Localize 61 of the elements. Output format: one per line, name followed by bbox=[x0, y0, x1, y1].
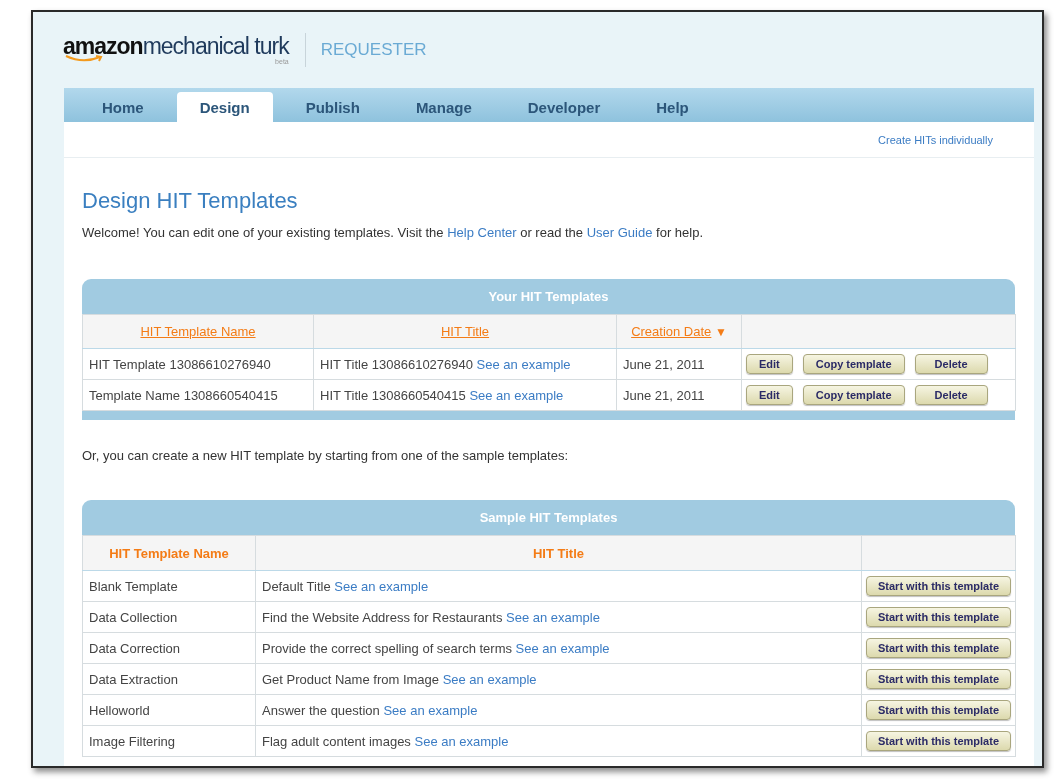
table-cell: Image Filtering bbox=[82, 725, 256, 757]
create-hits-link[interactable]: Create HITs individually bbox=[878, 133, 993, 146]
example-link[interactable]: See an example bbox=[383, 702, 478, 718]
logo-product: mechanical turk bbox=[142, 33, 289, 59]
action-button[interactable]: Edit bbox=[746, 354, 793, 374]
action-button[interactable]: Delete bbox=[914, 354, 988, 374]
example-link[interactable]: See an example bbox=[414, 733, 509, 749]
sort-header-link[interactable]: HIT Title bbox=[440, 324, 490, 339]
hit-title-cell: HIT Title 1308660540415 See an example bbox=[313, 379, 617, 411]
example-link[interactable]: See an example bbox=[442, 671, 537, 687]
example-link[interactable]: See an example bbox=[506, 609, 600, 625]
table-cell: June 21, 2011 bbox=[616, 348, 742, 380]
table-cell: Data Correction bbox=[82, 632, 256, 664]
table-title: Sample HIT Templates bbox=[82, 500, 1015, 535]
hit-title-cell: Provide the correct spelling of search terms See an example bbox=[255, 632, 862, 664]
logo-brand: amazon bbox=[63, 33, 143, 59]
nav-tab[interactable]: Developer bbox=[504, 92, 624, 122]
help-link[interactable]: Help Center bbox=[447, 225, 517, 240]
smile-arrow-icon bbox=[65, 55, 105, 63]
hit-title-cell: Flag adult content images See an example bbox=[255, 725, 862, 757]
sort-indicator: ▼ bbox=[714, 325, 727, 339]
example-link[interactable]: See an example bbox=[334, 578, 429, 594]
start-template-button[interactable]: Start with this template bbox=[866, 669, 1011, 689]
nav-tab[interactable]: Home bbox=[79, 92, 167, 122]
page-title: Design HIT Templates bbox=[81, 187, 299, 215]
hit-title-cell: Answer the question See an example bbox=[255, 694, 862, 726]
example-link[interactable]: See an example bbox=[515, 640, 610, 656]
table-cell: June 21, 2011 bbox=[616, 379, 742, 411]
column-header: HIT Template Name bbox=[109, 545, 229, 561]
table-cell: Template Name 1308660540415 bbox=[82, 379, 314, 411]
nav-tab[interactable]: Publish bbox=[282, 92, 383, 122]
action-button[interactable]: Copy template bbox=[802, 354, 905, 374]
sort-header-link[interactable]: Creation Date bbox=[631, 324, 712, 339]
action-button[interactable]: Copy template bbox=[802, 385, 905, 405]
nav-tab[interactable]: Manage bbox=[392, 92, 495, 122]
nav-tab[interactable]: Help bbox=[633, 92, 712, 122]
help-link[interactable]: User Guide bbox=[586, 225, 653, 240]
table-cell: Helloworld bbox=[82, 694, 256, 726]
start-template-button[interactable]: Start with this template bbox=[866, 576, 1011, 596]
nav-tab[interactable]: Design bbox=[176, 92, 273, 122]
hit-title-cell: Find the Website Address for Restaurants See an example bbox=[255, 601, 862, 633]
table-cell: Blank Template bbox=[82, 570, 256, 602]
hit-title-cell: Default Title See an example bbox=[255, 570, 862, 602]
hit-title-cell: Get Product Name from Image See an example bbox=[255, 663, 862, 695]
action-button[interactable]: Delete bbox=[914, 385, 988, 405]
column-header: HIT Title bbox=[532, 545, 584, 561]
section-title: REQUESTER bbox=[320, 40, 427, 60]
start-template-button[interactable]: Start with this template bbox=[866, 607, 1011, 627]
action-button[interactable]: Edit bbox=[746, 385, 793, 405]
sample-intro-text: Or, you can create a new HIT template by starting from one of the sample templates: bbox=[81, 448, 570, 463]
example-link[interactable]: See an example bbox=[469, 387, 564, 403]
start-template-button[interactable]: Start with this template bbox=[866, 638, 1011, 658]
table-title: Your HIT Templates bbox=[82, 279, 1015, 314]
start-template-button[interactable]: Start with this template bbox=[866, 700, 1011, 720]
table-cell: HIT Template 13086610276940 bbox=[82, 348, 314, 380]
intro-text: Welcome! You can edit one of your existing templates. Visit the Help Center or read the User Guide for help. bbox=[81, 225, 704, 240]
example-link[interactable]: See an example bbox=[476, 356, 571, 372]
hit-title-cell: HIT Title 13086610276940 See an example bbox=[313, 348, 617, 380]
table-cell: Data Collection bbox=[82, 601, 256, 633]
table-cell: Data Extraction bbox=[82, 663, 256, 695]
start-template-button[interactable]: Start with this template bbox=[866, 731, 1011, 751]
